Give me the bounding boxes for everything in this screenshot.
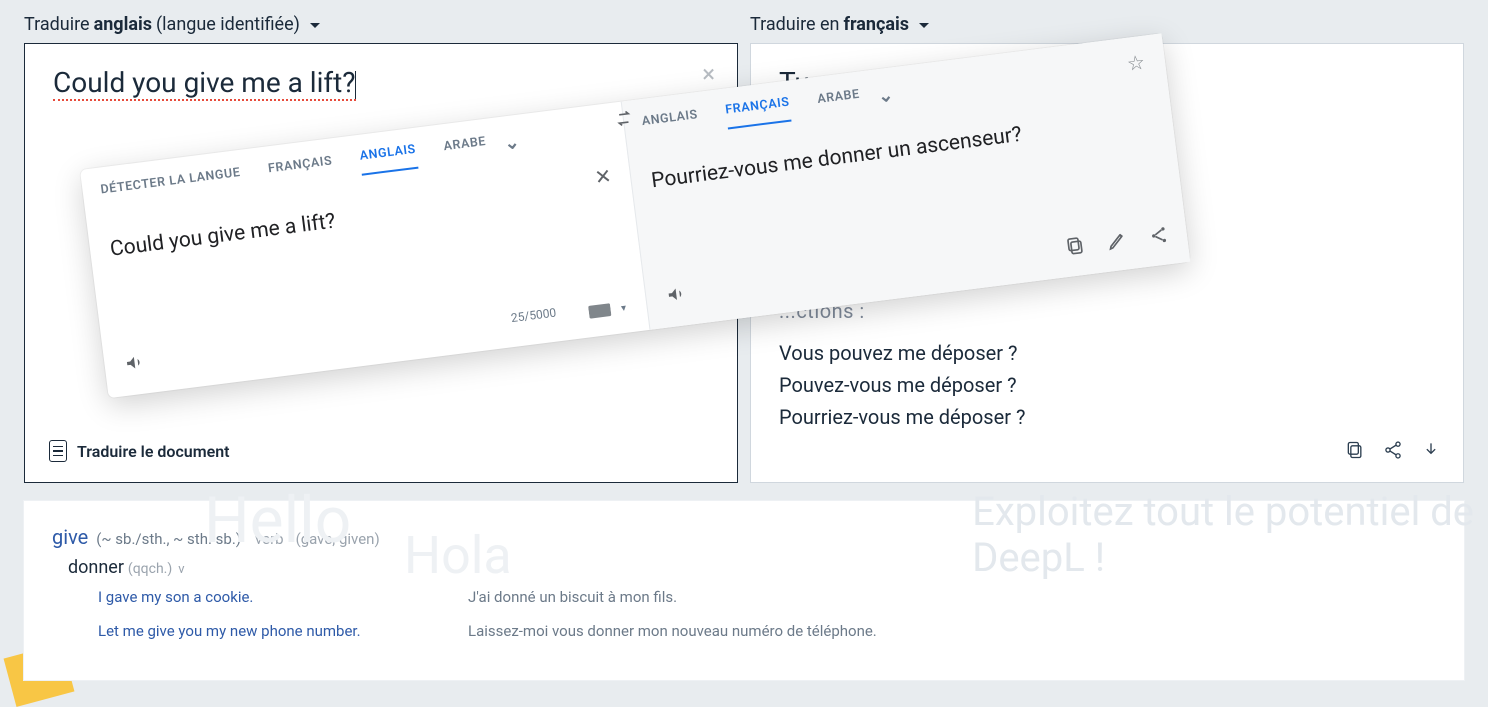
gt-keyboard-button[interactable]: ▾ — [588, 301, 626, 320]
example-fr: Laissez-moi vous donner mon nouveau numé… — [468, 622, 1436, 640]
source-text-input[interactable]: Could you give me a lift? — [53, 66, 356, 101]
target-language-selector[interactable]: Traduire en français — [750, 0, 1464, 43]
example-fr: J'ai donné un biscuit à mon fils. — [468, 588, 1436, 606]
speaker-icon[interactable] — [123, 352, 146, 378]
gt-clear-button[interactable]: ✕ — [593, 164, 613, 190]
alternative-item[interactable]: Pouvez-vous me déposer ? — [779, 373, 1435, 397]
translate-document-button[interactable]: Traduire le document — [49, 440, 230, 462]
source-header-prefix: Traduire — [24, 14, 90, 35]
gt-char-counter: 25/5000 — [510, 306, 557, 326]
dictionary-panel: Hello Hola Exploitez tout le potentiel d… — [24, 501, 1464, 680]
chevron-down-icon[interactable]: ⌄ — [877, 85, 895, 108]
dict-headword[interactable]: give — [52, 525, 88, 549]
speaker-icon[interactable] — [665, 283, 688, 309]
dropdown-caret-icon: ▾ — [620, 302, 626, 314]
decorative-blob — [4, 643, 75, 707]
chevron-down-icon[interactable]: ⌄ — [503, 132, 521, 155]
document-icon — [49, 440, 67, 462]
swap-languages-button[interactable] — [610, 107, 637, 134]
source-header-lang: anglais — [94, 14, 152, 35]
translate-document-label: Traduire le document — [77, 442, 230, 461]
edit-icon[interactable] — [1106, 229, 1129, 255]
chevron-down-icon — [913, 14, 929, 35]
target-header-prefix: Traduire en — [750, 14, 840, 35]
gt-tab-ar[interactable]: ARABE — [443, 134, 488, 164]
copy-icon[interactable] — [1064, 235, 1087, 261]
dict-forms: (gave, given) — [296, 530, 380, 548]
dict-examples: I gave my son a cookie. J'ai donné un bi… — [98, 588, 1436, 640]
dict-sense-pos: v — [178, 562, 184, 577]
text-caret — [355, 71, 356, 99]
source-header-suffix: (langue identifiée) — [156, 14, 300, 35]
dict-pos: verb — [255, 530, 284, 548]
alternative-item[interactable]: Pourriez-vous me déposer ? — [779, 405, 1435, 429]
dict-grammar: (~ sb./sth., ~ sth. sb.) — [96, 530, 241, 548]
share-icon[interactable] — [1148, 224, 1171, 250]
example-en[interactable]: Let me give you my new phone number. — [98, 622, 458, 640]
dict-sense-grammar: (qqch.) — [128, 561, 172, 577]
dict-sense-word[interactable]: donner — [68, 557, 124, 578]
copy-icon[interactable] — [1345, 440, 1365, 464]
example-en[interactable]: I gave my son a cookie. — [98, 588, 458, 606]
alternatives-list: Vous pouvez me déposer ? Pouvez-vous me … — [779, 341, 1435, 429]
chevron-down-icon — [304, 14, 320, 35]
share-icon[interactable] — [1383, 440, 1403, 464]
alternative-item[interactable]: Vous pouvez me déposer ? — [779, 341, 1435, 365]
download-icon[interactable] — [1421, 440, 1441, 464]
alternatives-header: ...ctions : — [779, 299, 1435, 323]
gt-tab-ar[interactable]: ARABE — [816, 87, 861, 117]
clear-source-button[interactable]: × — [702, 62, 715, 86]
target-header-lang: français — [844, 14, 910, 35]
star-icon[interactable]: ☆ — [1126, 50, 1147, 76]
target-actions — [1345, 440, 1441, 464]
source-language-selector[interactable]: Traduire anglais (langue identifiée) — [24, 0, 738, 43]
